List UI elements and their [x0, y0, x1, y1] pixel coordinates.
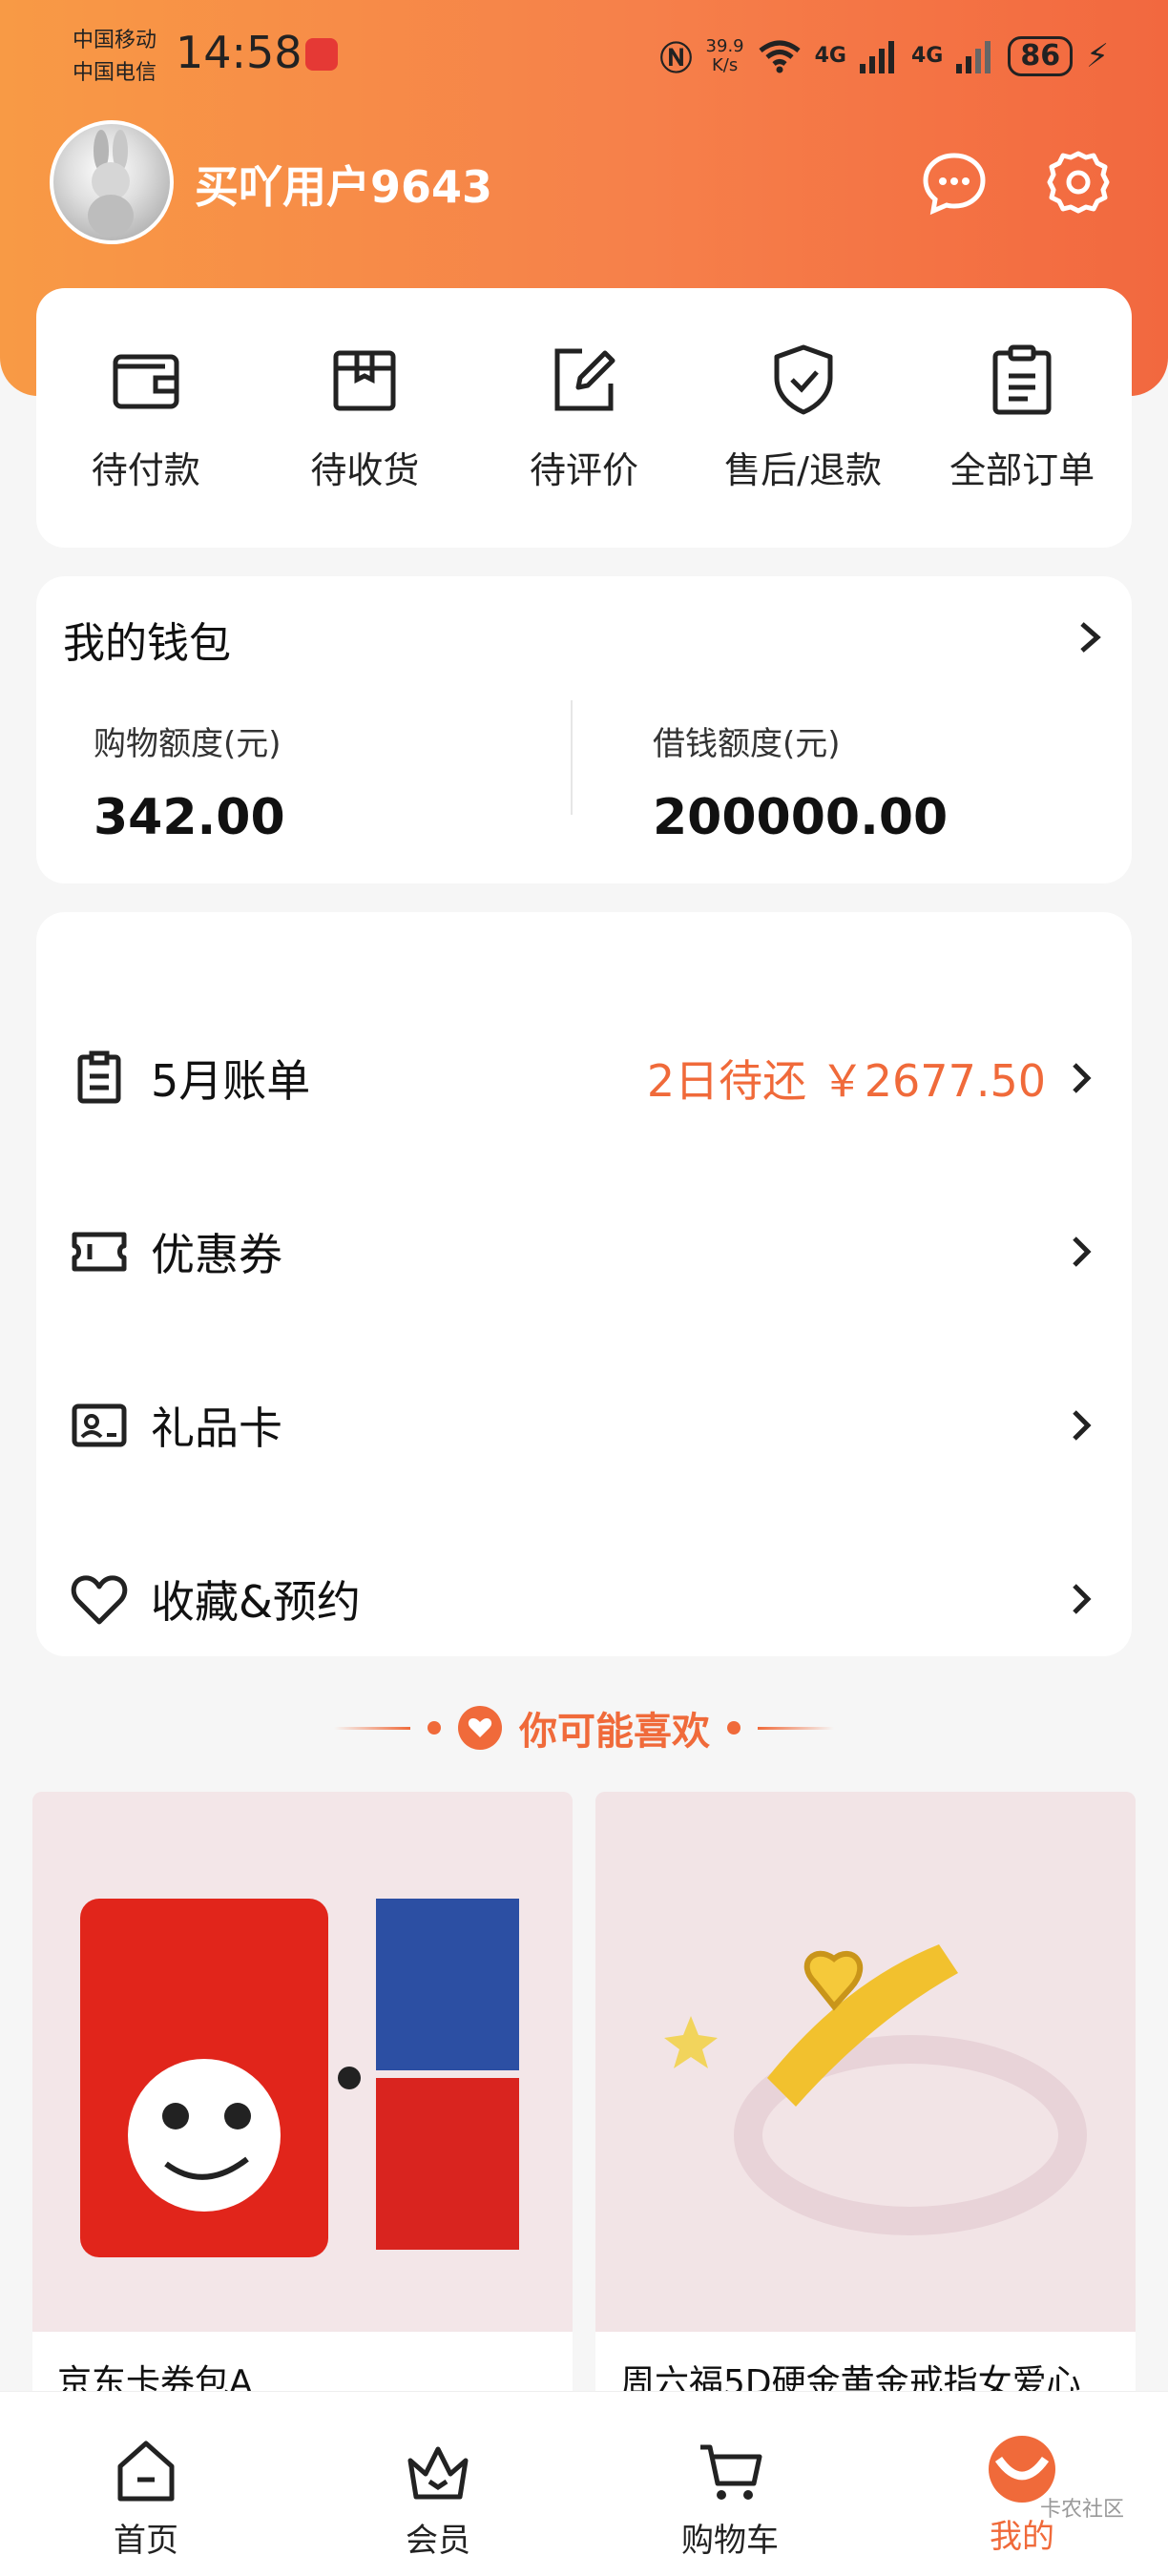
- settings-gear-icon[interactable]: [1044, 148, 1113, 217]
- shopping-credit[interactable]: 购物额度(元) 342.00: [94, 717, 285, 846]
- rabbit-avatar-icon: [88, 130, 134, 237]
- clock: 14:58: [176, 27, 302, 78]
- product-image: [32, 1792, 573, 2332]
- signal-icon-1: [860, 40, 894, 73]
- gold-ring-image: [595, 1792, 1136, 2332]
- nav-label: 会员: [406, 2522, 470, 2560]
- notification-app-icon: [305, 38, 338, 71]
- nav-label: 首页: [114, 2522, 178, 2560]
- divider: [334, 1726, 410, 1730]
- message-icon[interactable]: [920, 148, 989, 217]
- bill-icon: [77, 1050, 121, 1104]
- watermark: 卡农社区: [1039, 2498, 1124, 2522]
- username[interactable]: 买吖用户9643: [195, 153, 492, 216]
- divider-dot: [727, 1721, 740, 1735]
- shopping-credit-label: 购物额度(元): [94, 725, 282, 763]
- network-type-2: 4G: [911, 44, 944, 68]
- nav-mine[interactable]: 我的: [876, 2392, 1168, 2576]
- signal-icon-2: [956, 40, 991, 73]
- divider-dot: [428, 1721, 441, 1735]
- network-type-1: 4G: [814, 44, 846, 68]
- recommend-section-title: 你可能喜欢: [0, 1700, 1168, 1755]
- bottom-navigation: 首页 会员 购物车 我的: [0, 2391, 1168, 2576]
- wallet-card[interactable]: 我的钱包 购物额度(元) 342.00 借钱额度(元) 200000.00: [36, 576, 1132, 883]
- home-icon: [117, 2441, 175, 2502]
- package-box-icon: [333, 350, 396, 411]
- order-all[interactable]: 全部订单: [912, 288, 1132, 548]
- menu-item-coupons[interactable]: 优惠券: [36, 1195, 1132, 1309]
- order-label: 待收货: [310, 449, 420, 491]
- order-pending-receipt[interactable]: 待收货: [256, 288, 475, 548]
- chevron-right-icon: [1073, 1410, 1092, 1441]
- order-label: 待付款: [91, 449, 200, 491]
- nfc-icon: Ⓝ: [659, 40, 693, 78]
- loan-credit[interactable]: 借钱额度(元) 200000.00: [653, 717, 948, 846]
- network-speed: 39.9 K/s: [705, 35, 744, 75]
- shopping-cart-icon: [700, 2444, 762, 2500]
- coupon-icon: [72, 1232, 127, 1272]
- shopping-credit-value: 342.00: [94, 789, 285, 846]
- product-card[interactable]: 京东卡券包A: [32, 1792, 573, 2402]
- services-menu-card: 5月账单 2日待还 ￥2677.50 优惠券 礼品卡 收藏&预约: [36, 912, 1132, 1656]
- nav-membership[interactable]: 会员: [292, 2392, 584, 2576]
- status-bar: 中国移动 中国电信 14:58 Ⓝ 39.9 K/s 4G 4G 86 ⚡: [0, 0, 1168, 105]
- nav-home[interactable]: 首页: [0, 2392, 292, 2576]
- edit-pen-icon: [554, 348, 615, 411]
- divider: [758, 1726, 834, 1730]
- loan-credit-label: 借钱额度(元): [653, 725, 841, 763]
- wifi-icon: [759, 40, 801, 73]
- charging-icon: ⚡: [1086, 36, 1109, 75]
- orders-card: 待付款 待收货 待评价 售后/退款 全部订单: [36, 288, 1132, 548]
- menu-label: 5月账单: [151, 1055, 311, 1107]
- order-label: 售后/退款: [724, 449, 882, 491]
- battery-indicator: 86: [1008, 35, 1074, 76]
- menu-item-favorites[interactable]: 收藏&预约: [36, 1542, 1132, 1656]
- order-pending-review[interactable]: 待评价: [474, 288, 694, 548]
- nav-label: 购物车: [681, 2522, 779, 2560]
- carrier-2: 中国电信: [73, 61, 157, 85]
- bill-due-amount: 2日待还 ￥2677.50: [646, 1055, 1046, 1107]
- menu-item-gift-card[interactable]: 礼品卡: [36, 1368, 1132, 1483]
- crown-icon: [407, 2446, 469, 2500]
- wallet-title: 我的钱包: [63, 619, 231, 668]
- order-label: 全部订单: [949, 449, 1095, 491]
- shield-check-icon: [774, 344, 833, 415]
- order-label: 待评价: [529, 449, 638, 491]
- recommend-title: 你可能喜欢: [519, 1710, 710, 1754]
- gift-card-icon: [72, 1403, 127, 1447]
- carrier-1: 中国移动: [73, 29, 157, 52]
- clipboard-list-icon: [992, 344, 1052, 415]
- carrier-info: 中国移动 中国电信: [73, 25, 156, 90]
- product-image: [595, 1792, 1136, 2332]
- nav-cart[interactable]: 购物车: [584, 2392, 876, 2576]
- order-pending-payment[interactable]: 待付款: [36, 288, 256, 548]
- menu-label: 礼品卡: [151, 1402, 282, 1454]
- menu-label: 收藏&预约: [151, 1576, 361, 1628]
- chevron-right-icon: [1073, 1063, 1092, 1093]
- divider: [571, 700, 573, 815]
- loan-credit-value: 200000.00: [653, 789, 949, 846]
- jd-card-voucher-image: [32, 1792, 573, 2332]
- wallet-icon: [113, 354, 179, 409]
- chevron-right-icon[interactable]: [1073, 618, 1107, 656]
- status-indicators: Ⓝ 39.9 K/s 4G 4G 86 ⚡: [660, 32, 1109, 79]
- chevron-right-icon: [1073, 1584, 1092, 1614]
- heart-icon: [71, 1575, 128, 1625]
- order-after-sales[interactable]: 售后/退款: [694, 288, 913, 548]
- menu-label: 优惠券: [151, 1229, 282, 1280]
- chevron-right-icon: [1073, 1236, 1092, 1267]
- product-card[interactable]: 周六福5D硬金黄金戒指女爱心: [595, 1792, 1136, 2402]
- menu-item-bill[interactable]: 5月账单 2日待还 ￥2677.50: [36, 1021, 1132, 1135]
- avatar[interactable]: [50, 120, 174, 244]
- heart-icon: [458, 1706, 502, 1750]
